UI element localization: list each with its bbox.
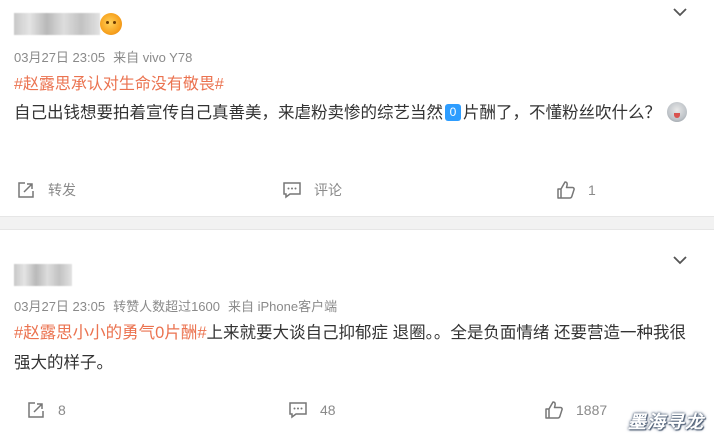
zero-badge: 0 (445, 104, 461, 121)
repost-button[interactable]: 8 (26, 400, 66, 420)
weibo-post-1: 03月27日 23:05 来自 vivo Y78 #赵露思承认对生命没有敬畏# 自… (0, 0, 714, 216)
chevron-down-icon[interactable] (670, 2, 690, 22)
username-blurred[interactable] (14, 13, 100, 35)
repost-count: 8 (58, 402, 66, 418)
post-text: 自己出钱想要拍着宣传自己真善美，来虐粉卖惨的综艺当然 0 片酬了，不懂粉丝吹什么？ (14, 98, 694, 128)
like-icon (557, 181, 575, 199)
like-count: 1887 (576, 402, 608, 418)
post-date: 03月27日 23:05 (14, 299, 106, 314)
post-divider (0, 216, 714, 230)
like-button[interactable]: 1 (556, 180, 596, 200)
post-source: 来自 iPhone客户端 (228, 299, 338, 314)
watermark: 墨海寻龙 (628, 412, 704, 432)
like-count: 1 (588, 182, 596, 198)
post-meta: 03月27日 23:05 来自 vivo Y78 (14, 47, 200, 66)
post-text: #赵露思小小的勇气0片酬#上来就要大谈自己抑郁症 退圈。。全是负面情绪 还要营造… (14, 318, 694, 378)
emoji-icon (667, 102, 687, 122)
username-blurred[interactable] (14, 264, 72, 286)
post-text-part1: 自己出钱想要拍着宣传自己真善美，来虐粉卖惨的综艺当然 (14, 104, 443, 122)
post-source: 来自 vivo Y78 (113, 50, 193, 65)
post-date: 03月27日 23:05 (14, 50, 106, 65)
weibo-post-2: 03月27日 23:05 转赞人数超过1600 来自 iPhone客户端 #赵露思小… (0, 230, 714, 444)
comment-icon (283, 182, 301, 199)
post-text-part2: 片酬了，不懂粉丝吹什么？ (463, 104, 661, 122)
post-meta: 03月27日 23:05 转赞人数超过1600 来自 iPhone客户端 (14, 296, 345, 315)
chevron-down-icon[interactable] (670, 250, 690, 270)
like-button[interactable]: 1887 (544, 400, 607, 420)
comment-count: 48 (320, 402, 336, 418)
comment-icon (289, 402, 307, 419)
topic-link[interactable]: #赵露思承认对生命没有敬畏# (14, 70, 224, 94)
post-repost-info: 转赞人数超过1600 (113, 299, 220, 314)
repost-button[interactable]: 转发 (16, 180, 76, 200)
comment-button[interactable]: 48 (288, 400, 336, 420)
repost-icon (18, 182, 34, 198)
comment-label: 评论 (314, 182, 342, 198)
comment-button[interactable]: 评论 (282, 180, 342, 200)
like-icon (545, 401, 563, 419)
repost-label: 转发 (48, 182, 76, 198)
user-badge-icon (100, 13, 122, 35)
repost-icon (28, 402, 44, 418)
topic-link[interactable]: #赵露思小小的勇气0片酬# (14, 324, 207, 342)
